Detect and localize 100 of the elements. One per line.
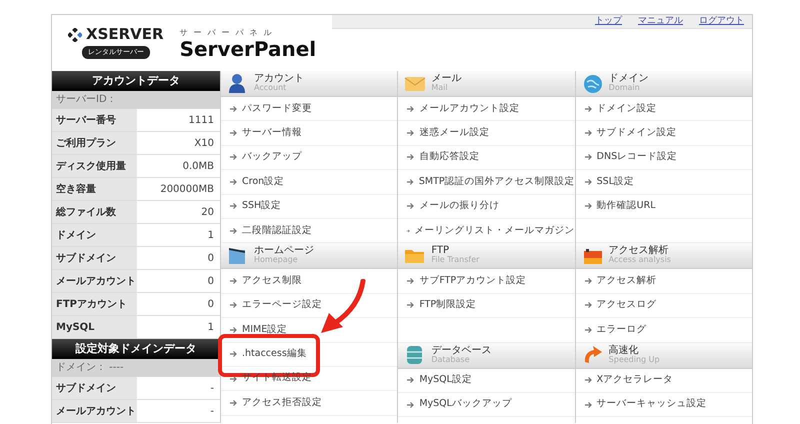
menu-link[interactable]: MySQLバックアップ [419,397,512,412]
section-subtitle: Access analysis [608,256,671,266]
menu-link[interactable]: サーバーキャッシュ設定 [596,397,707,412]
arrow-icon [584,178,593,186]
arrow-icon [406,277,416,286]
section-subtitle: Homepage [254,256,299,266]
data-value: 0 [206,274,215,288]
data-label: MySQL [52,316,137,338]
nav-link-text[interactable]: トップ [595,15,622,28]
menu-link[interactable]: MySQL設定 [419,373,472,388]
data-label: メールアカウント [52,270,137,292]
menu-link[interactable]: 自動応答設定 [419,150,480,165]
arrow-icon [229,153,238,162]
menu-link[interactable]: アクセス拒否設定 [242,396,322,410]
section-title: アクセス解析 [608,246,669,256]
menu-link[interactable]: バックアップ [242,150,302,165]
data-value: - [209,382,215,396]
arrow-icon [406,202,416,210]
menu-link[interactable]: サブドメイン設定 [596,126,677,140]
data-label: ディスク使用量 [52,155,137,177]
data-label: ドメイン [52,224,137,246]
section-subtitle: Speeding Up [608,356,660,364]
section-title: 高速化 [608,346,639,356]
menu-link[interactable]: SMTP認証の国外アクセス制限設定 [418,174,575,189]
section-subtitle: Mail [431,84,449,93]
menu-link[interactable]: サーバー情報 [242,126,302,140]
menu-link[interactable]: アクセスログ [596,298,657,313]
arrow-icon [584,129,593,138]
arrow-icon [584,400,593,409]
arrow-icon [229,326,238,334]
menu-link[interactable]: アクセス解析 [596,274,657,288]
sidebar-subheading: ドメイン： ---- [52,359,220,377]
menu-link[interactable]: アクセス制限 [242,274,302,288]
data-label: メールアカウント [52,400,137,422]
sidebar-heading: アカウントデータ [52,71,220,91]
sidebar-subheading: サーバーID： [52,91,220,109]
data-label: サブドメイン [52,247,137,269]
menu-link[interactable]: 動作確認URL [596,199,656,214]
nav-link-text[interactable]: ログアウト [699,15,744,28]
arrow-icon [584,277,593,286]
data-label: FTPアカウント [52,293,137,315]
arrow-icon [229,104,238,113]
arrow-icon [229,226,238,235]
menu-link[interactable]: .htaccess編集 [242,347,307,362]
menu-link[interactable]: 迷惑メール設定 [419,126,490,140]
section-title: データベース [431,346,492,356]
arrow-icon [229,178,238,186]
data-label: 空き容量 [52,178,137,200]
logo-text: XSERVER [86,27,164,42]
data-value: 0.0MB [182,160,215,174]
arrow-icon [229,129,238,138]
menu-link[interactable]: パスワード変更 [242,102,312,116]
panel-title: ServerPanel [180,39,316,59]
data-value: 1 [206,228,215,242]
section-subtitle: Database [431,356,470,364]
menu-link[interactable]: SSH設定 [242,199,282,214]
data-value: - [209,404,215,418]
menu-link[interactable]: ドメイン設定 [596,102,657,116]
section-subtitle: Domain [608,84,641,93]
section-title: メール [431,74,462,84]
arrow-icon [406,104,416,113]
menu-link[interactable]: 二段階認証設定 [242,224,312,238]
data-value: 0 [206,298,215,312]
menu-link[interactable]: Xアクセラレータ [596,373,674,388]
data-label: サブドメイン [52,377,137,399]
menu-link[interactable]: メールアカウント設定 [419,102,520,116]
menu-link[interactable]: メールの振り分け [419,199,500,214]
menu-link[interactable]: DNSレコード設定 [596,150,678,165]
menu-link[interactable]: エラーログ [596,322,647,337]
data-label: サーバー番号 [52,109,137,131]
menu-link[interactable]: サブFTPアカウント設定 [419,274,526,288]
menu-link[interactable]: Cron設定 [242,174,284,189]
arrow-icon [406,153,416,162]
arrow-icon [406,301,416,310]
nav-link-text[interactable]: マニュアル [638,15,683,28]
arrow-icon [406,376,416,384]
menu-link[interactable]: メーリングリスト・メールマガジン [414,224,575,238]
logo-icon [68,28,82,42]
arrow-icon [584,326,593,334]
arrow-icon [406,178,415,186]
section-title: FTP [431,246,450,256]
menu-link[interactable]: MIME設定 [242,322,288,337]
menu-link[interactable]: エラーページ設定 [242,298,322,313]
data-value: 1 [206,320,215,334]
arrow-icon [229,277,238,286]
data-value: X10 [193,136,215,150]
arrow-icon [584,376,593,384]
arrow-icon [584,301,593,310]
section-title: ホームページ [254,246,314,256]
arrow-icon [406,226,411,235]
data-label: ご利用プラン [52,132,137,154]
section-subtitle: File Transfer [431,256,480,266]
arrow-icon [406,129,416,138]
section-title: アカウント [254,74,304,84]
arrow-icon [584,153,593,162]
arrow-icon [229,350,238,358]
menu-link[interactable]: SSL設定 [596,174,634,189]
sidebar-heading: 設定対象ドメインデータ [52,339,220,359]
section-subtitle: Account [254,84,288,93]
menu-link[interactable]: FTP制限設定 [419,298,476,313]
